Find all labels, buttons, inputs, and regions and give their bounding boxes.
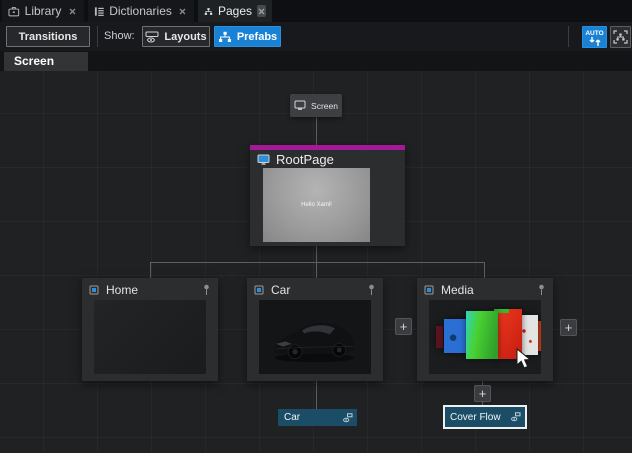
tab-library[interactable]: Library <box>2 0 84 22</box>
tab-pages[interactable]: Pages <box>198 0 272 22</box>
auto-layout-button[interactable]: AUTO <box>582 26 607 48</box>
album-cover <box>466 311 498 359</box>
layouts-icon <box>145 31 159 42</box>
car-layout-bar[interactable]: Car <box>278 409 357 426</box>
connector-line <box>150 262 485 263</box>
prefab-icon <box>424 285 434 294</box>
tab-label: Library <box>24 4 62 18</box>
add-page-button[interactable]: + <box>395 318 412 335</box>
connector-line <box>316 262 317 278</box>
pin-icon[interactable] <box>368 284 375 296</box>
layout-eye-icon <box>343 412 353 422</box>
pin-icon[interactable] <box>538 284 545 296</box>
connector-line <box>484 262 485 278</box>
connector-line <box>316 246 317 262</box>
layout-eye-icon <box>511 412 521 422</box>
transitions-button[interactable]: Transitions <box>6 26 90 47</box>
tab-label: Dictionaries <box>109 4 172 18</box>
rootpage-preview-text: Hello Xaml! <box>301 202 332 208</box>
rootpage-header: RootPage <box>257 152 334 167</box>
page-node-home[interactable]: Home <box>82 278 218 381</box>
node-header: Media <box>423 281 547 298</box>
rootpage-preview[interactable]: Hello Xaml! <box>263 168 370 242</box>
page-node-car[interactable]: Car <box>247 278 383 381</box>
node-title: Home <box>106 282 139 297</box>
auto-sync-arrows-icon <box>589 36 600 46</box>
rootpage-node[interactable]: RootPage Hello Xaml! <box>250 145 405 246</box>
rootpage-accent-bar <box>250 145 405 150</box>
car-bar-label: Car <box>284 412 301 423</box>
node-title: Car <box>271 282 291 297</box>
add-child-page-button[interactable]: + <box>474 385 491 402</box>
prefabs-toggle-button[interactable]: Prefabs <box>214 26 281 47</box>
fit-graph-button[interactable] <box>610 26 631 48</box>
show-label: Show: <box>104 30 135 42</box>
car-preview[interactable] <box>259 300 371 374</box>
node-title: Media <box>441 282 474 297</box>
connector-line <box>150 262 151 278</box>
node-header: Car <box>253 281 377 298</box>
node-header: Home <box>88 281 212 298</box>
breadcrumb-row: Screen <box>0 51 632 71</box>
document-tabbar: Library Dictionaries Pages <box>0 0 632 22</box>
pages-hierarchy-icon <box>204 7 213 15</box>
monitor-icon <box>257 154 270 165</box>
screen-badge-label: Screen <box>311 100 338 111</box>
add-page-button[interactable]: + <box>560 319 577 336</box>
connector-line <box>316 117 317 145</box>
close-icon[interactable] <box>177 5 188 17</box>
close-icon[interactable] <box>66 5 78 17</box>
prefabs-label: Prefabs <box>236 30 278 43</box>
library-briefcase-icon <box>8 6 20 16</box>
tab-dictionaries[interactable]: Dictionaries <box>88 0 194 22</box>
album-cover <box>436 326 443 348</box>
mouse-cursor-icon <box>516 348 532 369</box>
prefab-icon <box>254 285 264 294</box>
breadcrumb-screen-tab[interactable]: Screen <box>4 52 88 71</box>
dictionaries-list-icon <box>94 6 104 16</box>
page-graph-canvas[interactable]: Screen RootPage Hello Xaml! Home Car Med… <box>0 71 632 453</box>
prefab-icon <box>89 285 99 294</box>
layouts-label: Layouts <box>164 30 207 43</box>
car-image <box>273 322 355 363</box>
coverflow-bar-label: Cover Flow <box>450 411 501 423</box>
screen-root-badge[interactable]: Screen <box>290 94 342 117</box>
monitor-icon <box>294 100 306 110</box>
tab-label: Pages <box>217 4 253 18</box>
pin-icon[interactable] <box>203 284 210 296</box>
layouts-toggle-button[interactable]: Layouts <box>142 26 210 47</box>
rootpage-title: RootPage <box>276 152 334 167</box>
home-preview[interactable] <box>94 300 206 374</box>
toolbar: Transitions Show: Layouts Prefabs AUTO <box>0 22 632 51</box>
pages-editor-window: Library Dictionaries Pages Transitions S… <box>0 0 632 453</box>
toolbar-separator <box>97 26 98 47</box>
auto-label: AUTO <box>585 29 604 37</box>
fit-graph-icon <box>613 30 628 44</box>
close-icon[interactable] <box>257 5 266 17</box>
prefabs-icon <box>218 31 231 42</box>
toolbar-separator <box>568 26 569 47</box>
connector-line <box>316 381 317 409</box>
page-node-media[interactable]: Media <box>417 278 553 381</box>
coverflow-layout-bar[interactable]: Cover Flow <box>443 405 527 429</box>
